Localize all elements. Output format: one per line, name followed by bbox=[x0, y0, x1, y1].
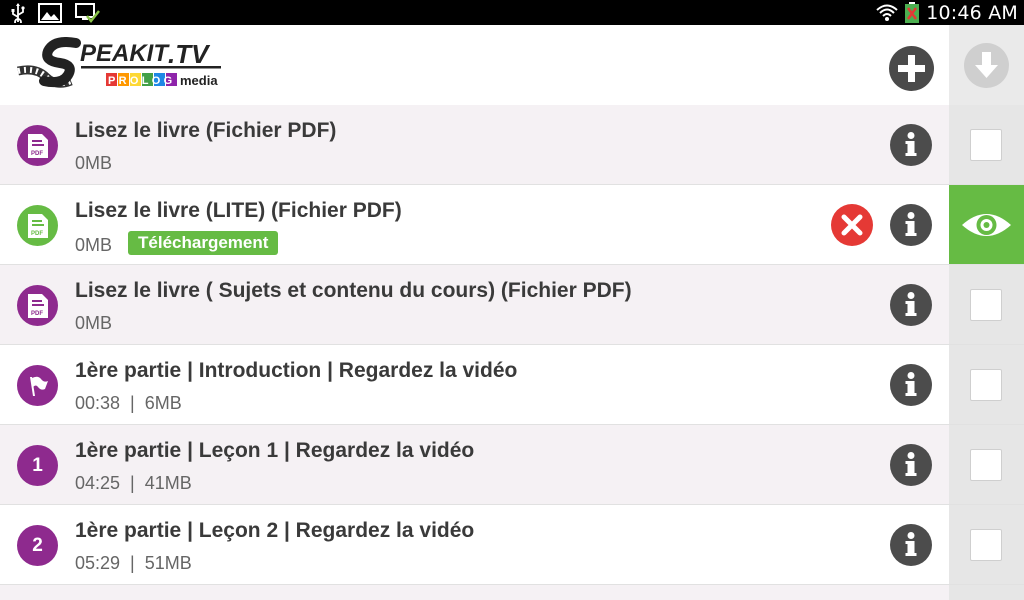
item-duration: 04:25 bbox=[75, 473, 121, 493]
item-title: 1ère partie | Leçon 2 | Regardez la vidé… bbox=[75, 519, 475, 542]
wifi-icon bbox=[876, 4, 898, 21]
item-size: 41MB bbox=[144, 473, 192, 493]
download-all-button[interactable] bbox=[964, 43, 1009, 88]
add-button[interactable] bbox=[889, 46, 934, 91]
list-item[interactable]: PDF Lisez le livre ( Sujets et contenu d… bbox=[0, 265, 1024, 345]
usb-icon bbox=[11, 2, 25, 23]
item-title: Lisez le livre (Fichier PDF) bbox=[75, 119, 337, 142]
speakit-logo: PEAKIT .TV PROLOG media bbox=[17, 37, 221, 88]
info-icon bbox=[905, 132, 917, 156]
item-size: 0MB bbox=[75, 153, 113, 173]
download-column bbox=[949, 585, 1024, 600]
item-title: 1ère partie | Introduction | Regardez la… bbox=[75, 359, 518, 382]
info-button[interactable] bbox=[890, 124, 932, 166]
download-checkbox[interactable] bbox=[970, 369, 1002, 401]
download-column bbox=[949, 425, 1024, 504]
meta-separator: | bbox=[130, 473, 135, 493]
meta-separator: | bbox=[130, 553, 135, 573]
item-meta: 04:25 | 41MB bbox=[75, 473, 192, 494]
list-item[interactable]: PDF Lisez le livre (LITE) (Fichier PDF) … bbox=[0, 185, 1024, 265]
close-icon bbox=[841, 214, 863, 236]
info-button[interactable] bbox=[890, 204, 932, 246]
list-item[interactable]: 1ère partie | Introduction | Regardez la… bbox=[0, 345, 1024, 425]
info-button[interactable] bbox=[890, 284, 932, 326]
content-list: PDF Lisez le livre (Fichier PDF) 0MB PDF… bbox=[0, 105, 1024, 600]
download-column-header bbox=[949, 25, 1024, 105]
downloading-badge: Téléchargement bbox=[128, 231, 279, 255]
list-item[interactable]: 2 1ère partie | Leçon 2 | Regardez la vi… bbox=[0, 505, 1024, 585]
list-item-partial bbox=[0, 585, 1024, 600]
flag-icon bbox=[17, 365, 58, 406]
svg-text:.TV: .TV bbox=[168, 39, 211, 69]
item-size: 0MB bbox=[75, 313, 113, 333]
download-column bbox=[949, 505, 1024, 584]
download-done-icon bbox=[75, 2, 100, 23]
download-checkbox[interactable] bbox=[970, 449, 1002, 481]
eye-icon[interactable] bbox=[960, 205, 1013, 245]
item-size: 0MB bbox=[75, 234, 113, 255]
pdf-icon: PDF bbox=[17, 205, 58, 246]
svg-text:PEAKIT: PEAKIT bbox=[80, 40, 170, 67]
item-duration: 00:38 bbox=[75, 393, 121, 413]
status-bar: 10:46 AM bbox=[0, 0, 1024, 25]
svg-text:PROLOG: PROLOG bbox=[108, 75, 175, 87]
info-icon bbox=[905, 292, 917, 316]
clock: 10:46 AM bbox=[926, 1, 1018, 24]
download-column bbox=[949, 345, 1024, 424]
info-button[interactable] bbox=[890, 364, 932, 406]
download-column bbox=[949, 265, 1024, 344]
info-button[interactable] bbox=[890, 524, 932, 566]
svg-text:PDF: PDF bbox=[31, 311, 43, 317]
item-meta: 00:38 | 6MB bbox=[75, 393, 182, 414]
item-title: Lisez le livre (LITE) (Fichier PDF) bbox=[75, 199, 402, 222]
list-item[interactable]: 1 1ère partie | Leçon 1 | Regardez la vi… bbox=[0, 425, 1024, 505]
download-checkbox[interactable] bbox=[970, 129, 1002, 161]
download-column bbox=[949, 105, 1024, 184]
download-checkbox[interactable] bbox=[970, 529, 1002, 561]
item-duration: 05:29 bbox=[75, 553, 121, 573]
image-icon bbox=[38, 2, 62, 23]
download-column bbox=[949, 185, 1024, 264]
notification-icons bbox=[10, 2, 100, 23]
item-meta: 0MB Téléchargement bbox=[75, 231, 279, 257]
item-title: 1ère partie | Leçon 1 | Regardez la vidé… bbox=[75, 439, 475, 462]
lesson-number-icon: 2 bbox=[17, 525, 58, 566]
svg-text:PDF: PDF bbox=[31, 151, 43, 157]
app-header: PEAKIT .TV PROLOG media bbox=[0, 25, 1024, 106]
lesson-number-icon: 1 bbox=[17, 445, 58, 486]
pdf-icon: PDF bbox=[17, 285, 58, 326]
meta-separator: | bbox=[130, 393, 135, 413]
battery-icon bbox=[905, 1, 920, 23]
item-meta: 0MB bbox=[75, 313, 112, 334]
list-item[interactable]: PDF Lisez le livre (Fichier PDF) 0MB bbox=[0, 105, 1024, 185]
info-icon bbox=[905, 212, 917, 236]
pdf-icon: PDF bbox=[17, 125, 58, 166]
item-meta: 05:29 | 51MB bbox=[75, 553, 192, 574]
download-arrow-icon bbox=[975, 52, 998, 78]
item-title: Lisez le livre ( Sujets et contenu du co… bbox=[75, 279, 632, 302]
cancel-download-button[interactable] bbox=[831, 204, 873, 246]
svg-text:media: media bbox=[180, 73, 218, 88]
svg-text:PDF: PDF bbox=[31, 231, 43, 237]
download-checkbox[interactable] bbox=[970, 289, 1002, 321]
info-icon bbox=[905, 372, 917, 396]
info-button[interactable] bbox=[890, 444, 932, 486]
item-size: 51MB bbox=[144, 553, 192, 573]
info-icon bbox=[905, 452, 917, 476]
item-meta: 0MB bbox=[75, 153, 112, 174]
plus-icon bbox=[898, 55, 925, 82]
item-size: 6MB bbox=[144, 393, 182, 413]
info-icon bbox=[905, 532, 917, 556]
